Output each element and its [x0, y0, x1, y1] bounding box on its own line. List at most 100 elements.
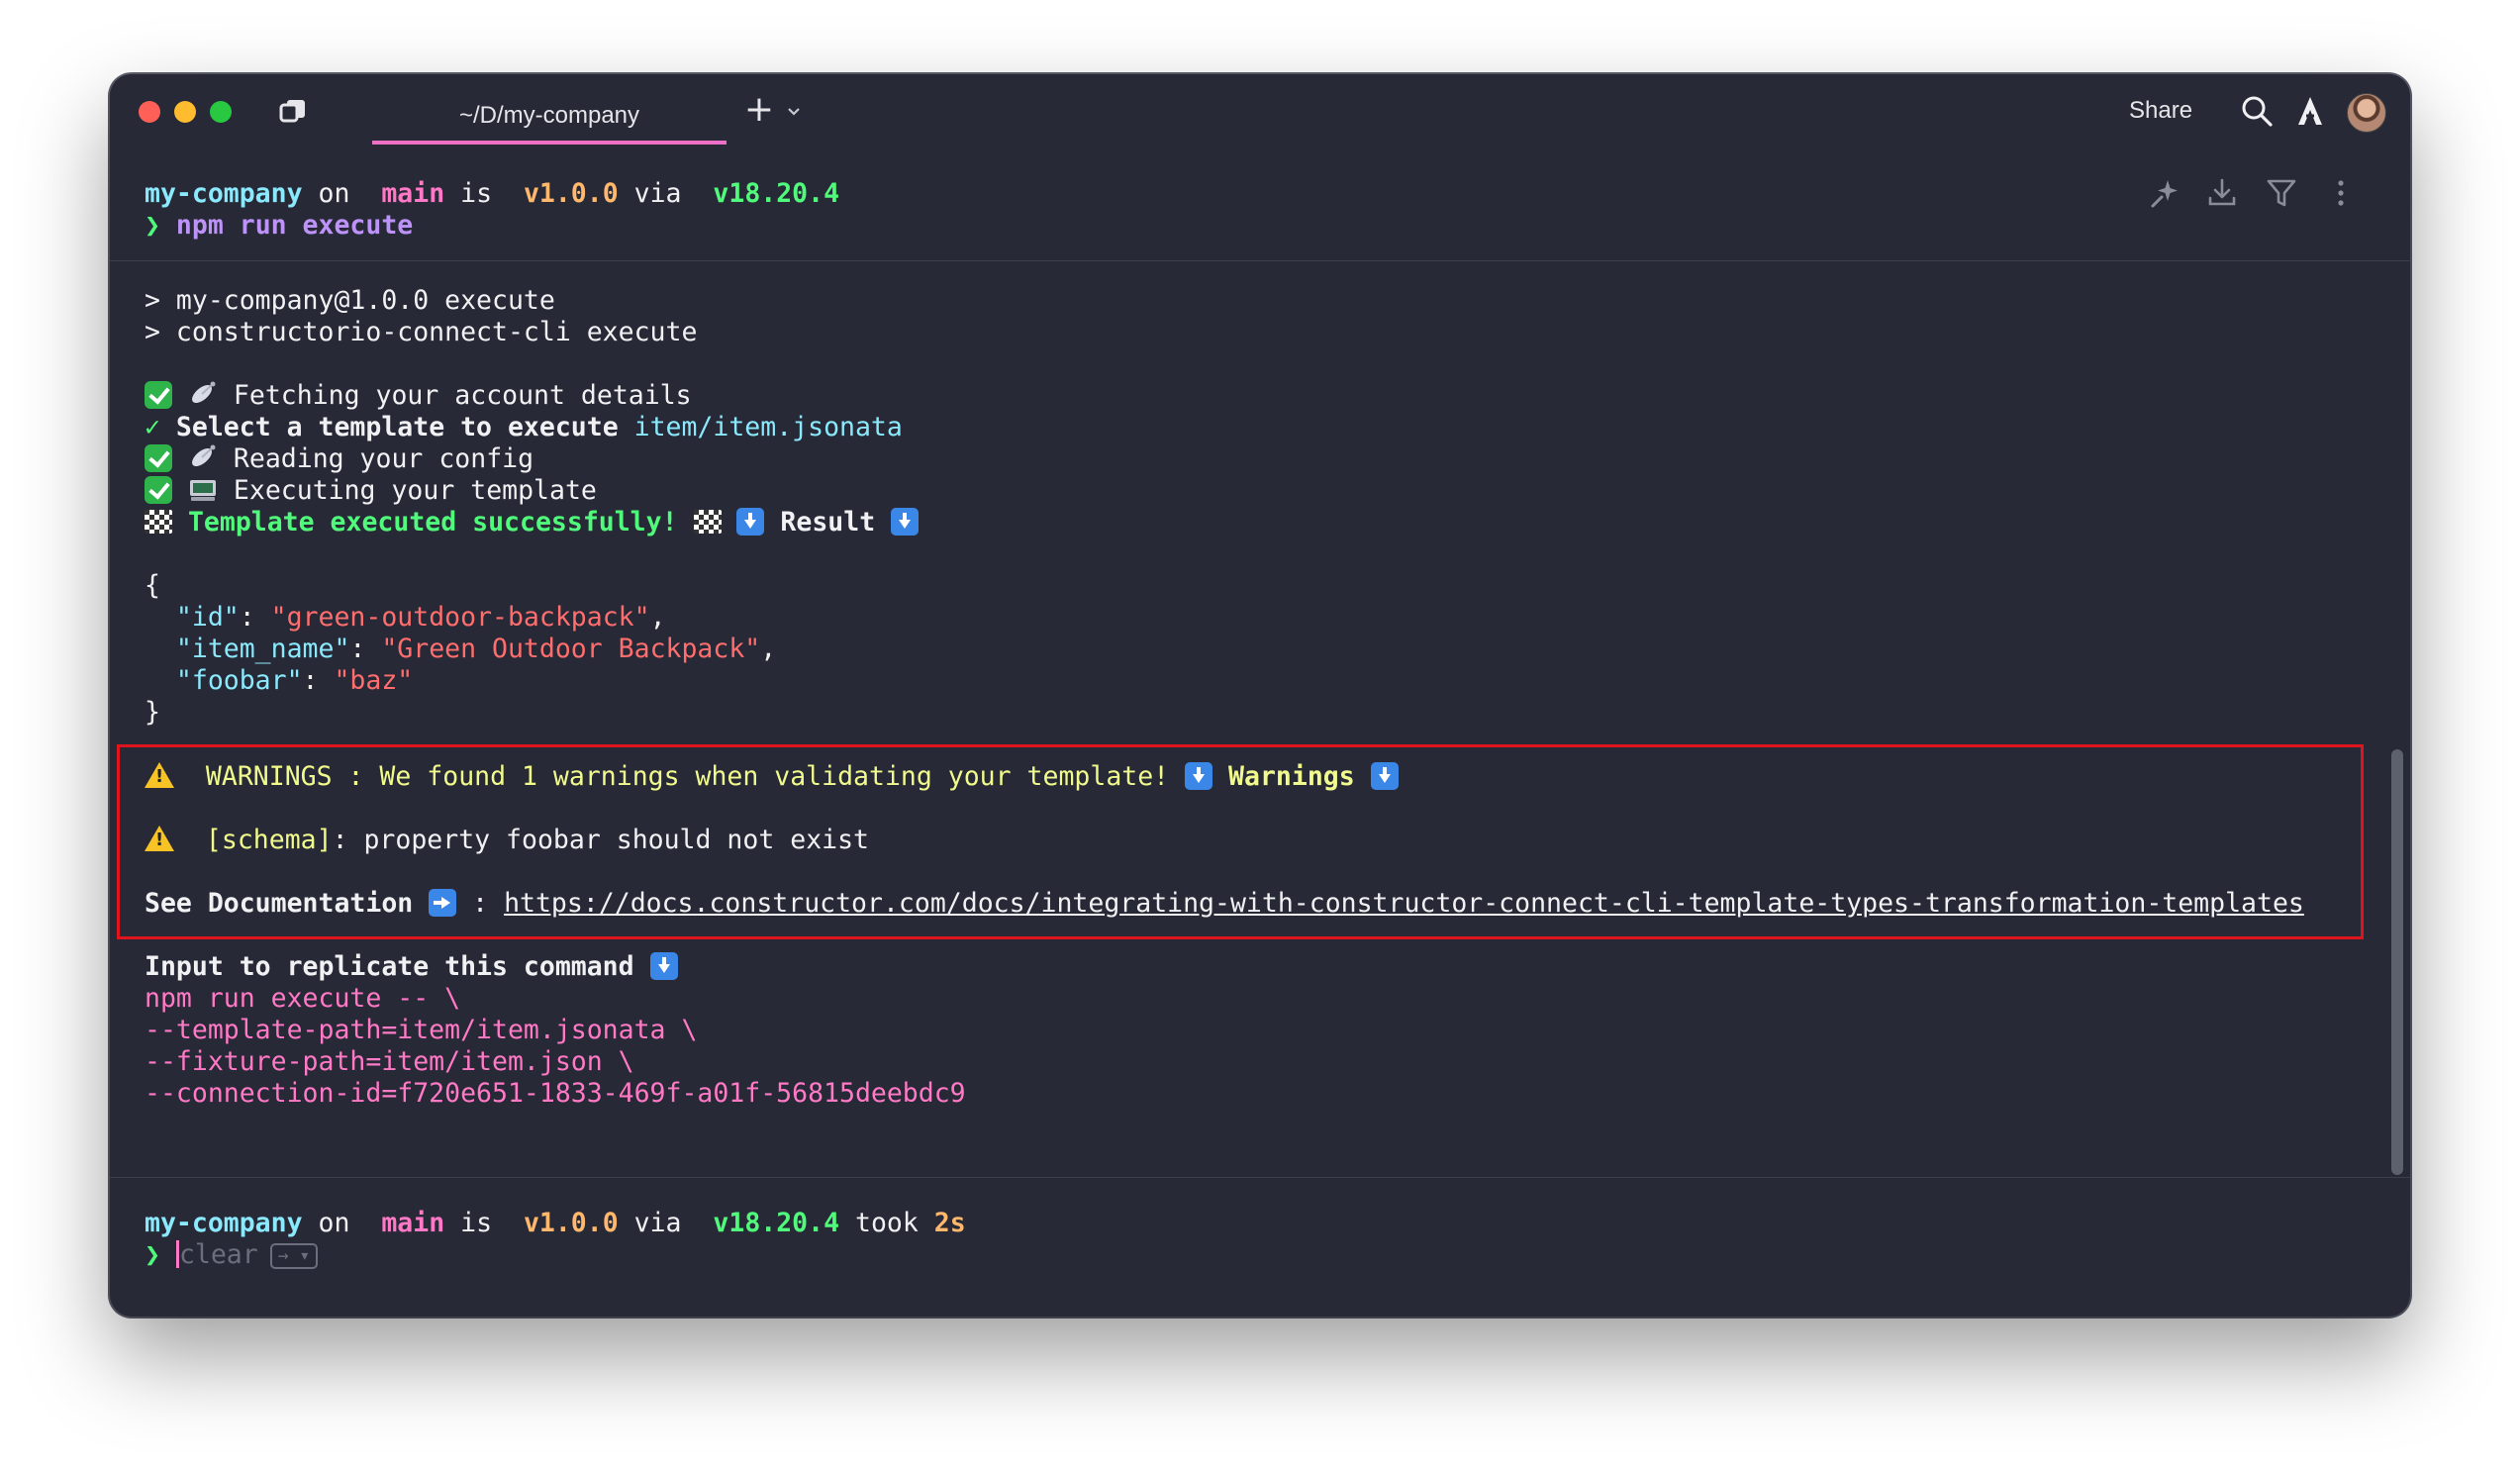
json-value: "baz"	[334, 665, 414, 696]
status-text: Reading your config	[217, 443, 534, 474]
executed-command: npm run execute	[159, 210, 414, 241]
replicate-command-line: npm run execute -- \	[145, 983, 461, 1014]
scrollbar[interactable]	[2391, 749, 2403, 1175]
down-arrow-icon	[649, 952, 678, 980]
schema-tag: [schema]	[205, 825, 333, 855]
success-message: Template executed successfully!	[172, 507, 694, 537]
down-arrow-icon	[736, 508, 765, 536]
prompt-on: on	[302, 1208, 366, 1238]
minimize-window-button[interactable]	[174, 101, 196, 123]
prompt-arrow: ❯	[145, 210, 160, 241]
warning-icon	[145, 762, 174, 788]
json-row-item-name: "item_name": "Green Outdoor Backpack",	[145, 634, 777, 664]
chevron-down-icon[interactable]	[786, 104, 802, 118]
title-bar: ~/D/my-company + Share	[110, 74, 2410, 146]
status-line-reading: Reading your config	[145, 443, 533, 475]
prompt-directory: my-company	[145, 178, 303, 209]
block-separator	[110, 260, 2410, 261]
ai-sparkle-icon[interactable]	[2148, 176, 2181, 210]
warning-icon	[145, 826, 174, 851]
prompt-branch: main	[365, 1208, 445, 1238]
tab-title: ~/D/my-company	[458, 102, 640, 129]
prompt-via: via	[618, 1208, 698, 1238]
search-icon[interactable]	[2240, 94, 2274, 128]
status-line-select: ✓ Select a template to execute item/item…	[145, 412, 903, 443]
share-button[interactable]: Share	[2129, 96, 2192, 126]
replicate-command-line: --fixture-path=item/item.json \	[145, 1046, 634, 1077]
select-check: ✓	[145, 412, 160, 442]
json-key: "item_name"	[145, 634, 350, 664]
download-icon[interactable]	[2205, 176, 2239, 210]
npm-script-line: > constructorio-connect-cli execute	[145, 317, 698, 347]
json-value: "Green Outdoor Backpack"	[381, 634, 761, 664]
zoom-window-button[interactable]	[210, 101, 232, 123]
command-line[interactable]: ❯ npm run execute	[145, 210, 413, 242]
avatar[interactable]	[2347, 93, 2386, 133]
json-value: "green-outdoor-backpack"	[270, 602, 650, 633]
panel-icon[interactable]	[278, 98, 308, 124]
block-separator	[110, 1177, 2410, 1178]
replicate-command-line: --template-path=item/item.jsonata \	[145, 1015, 698, 1045]
satellite-icon	[191, 444, 216, 466]
prompt-line: my-company on main is v1.0.0 via v18.20.…	[145, 178, 839, 210]
npm-script-line: > my-company@1.0.0 execute	[145, 285, 555, 316]
prompt-is: is	[444, 178, 508, 209]
json-key: "foobar"	[145, 665, 303, 696]
replicate-heading: Input to replicate this command	[145, 951, 678, 983]
warnings-label: Warnings	[1212, 761, 1371, 792]
check-mark-icon	[145, 381, 172, 409]
prompt-on: on	[302, 178, 366, 209]
documentation-link[interactable]: https://docs.constructor.com/docs/integr…	[504, 888, 2304, 919]
plus-icon[interactable]: +	[741, 92, 777, 128]
selected-template: item/item.jsonata	[618, 412, 903, 442]
prompt-version: v1.0.0	[507, 178, 619, 209]
close-window-button[interactable]	[139, 101, 160, 123]
prompt-duration: 2s	[933, 1208, 966, 1238]
down-arrow-icon	[1370, 762, 1399, 790]
success-line: Template executed successfully! Result	[145, 507, 920, 538]
prompt-took: took	[839, 1208, 934, 1238]
checkered-flag-icon	[693, 510, 722, 534]
command-input[interactable]: ❯ clear → ▾	[145, 1239, 319, 1271]
see-docs-label: See Documentation	[145, 888, 430, 919]
filter-icon[interactable]	[2265, 176, 2298, 210]
prompt-directory: my-company	[145, 1208, 303, 1238]
warp-logo-icon[interactable]	[2293, 94, 2327, 128]
json-row-id: "id": "green-outdoor-backpack",	[145, 602, 666, 633]
right-arrow-icon	[429, 889, 457, 917]
terminal-window: ~/D/my-company + Share my-company on mai…	[110, 74, 2410, 1317]
check-mark-icon	[145, 476, 172, 504]
status-text: Executing your template	[217, 475, 597, 506]
prompt-line: my-company on main is v1.0.0 via v18.20.…	[145, 1208, 966, 1239]
prompt-branch: main	[365, 178, 445, 209]
result-label: Result	[764, 507, 892, 537]
replicate-command-line: --connection-id=f720e651-1833-469f-a01f-…	[145, 1078, 966, 1109]
warnings-message: WARNINGS : We found 1 warnings when vali…	[205, 761, 1186, 792]
docs-line: See Documentation : https://docs.constru…	[145, 888, 2304, 920]
active-tab-indicator	[372, 141, 727, 145]
json-open: {	[145, 570, 160, 601]
json-row-foobar: "foobar": "baz"	[145, 665, 414, 696]
more-vertical-icon[interactable]	[2324, 176, 2358, 210]
status-line-fetch: Fetching your account details	[145, 380, 692, 412]
prompt-version: v1.0.0	[507, 1208, 619, 1238]
prompt-arrow: ❯	[145, 1239, 160, 1270]
warnings-line: WARNINGS : We found 1 warnings when vali…	[145, 761, 1399, 793]
satellite-icon	[191, 381, 216, 403]
status-line-executing: Executing your template	[145, 475, 597, 507]
prompt-node-version: v18.20.4	[697, 1208, 840, 1238]
docs-colon: :	[456, 888, 505, 919]
check-mark-icon	[145, 444, 172, 472]
prompt-node-version: v18.20.4	[697, 178, 840, 209]
schema-warning-line: [schema]: property foobar should not exi…	[145, 825, 869, 856]
select-label: Select a template to execute	[159, 412, 619, 442]
prompt-via: via	[618, 178, 698, 209]
tab-my-company[interactable]: ~/D/my-company	[372, 88, 727, 144]
accept-suggestion-hint[interactable]: → ▾	[269, 1243, 319, 1269]
checkered-flag-icon	[145, 510, 172, 534]
replicate-label: Input to replicate this command	[145, 951, 650, 982]
autosuggestion: clear	[178, 1239, 258, 1270]
computer-icon	[189, 480, 216, 501]
prompt-is: is	[444, 1208, 508, 1238]
schema-message: : property foobar should not exist	[332, 825, 870, 855]
